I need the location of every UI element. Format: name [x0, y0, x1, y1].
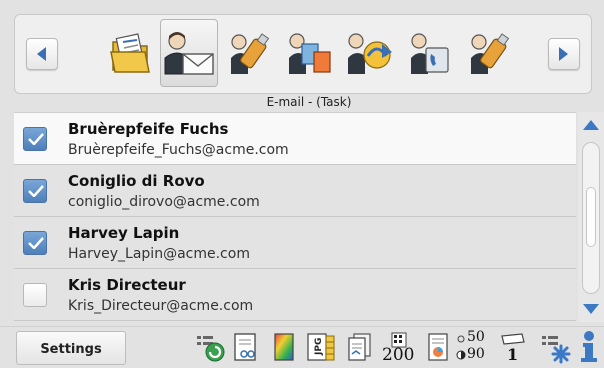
contrast-value[interactable]: 90 — [467, 346, 485, 362]
job-list-icon[interactable] — [195, 332, 225, 362]
user-fax-icon — [289, 33, 331, 74]
contact-name: Bruèrepfeife Fuchs — [68, 120, 229, 138]
scroll-track[interactable] — [582, 142, 600, 294]
jpg-format-icon[interactable]: JPG — [306, 332, 338, 364]
destination-toolbar — [14, 14, 592, 94]
duplex-scan-icon[interactable] — [346, 332, 374, 362]
svg-text:JPG: JPG — [314, 338, 324, 356]
tool-phone[interactable] — [400, 19, 458, 87]
scroll-left-button[interactable] — [26, 38, 58, 70]
contact-email: Harvey_Lapin@acme.com — [68, 246, 250, 262]
tool-usb-1[interactable] — [220, 19, 278, 87]
user-network-share-icon — [348, 33, 392, 74]
tool-share[interactable] — [340, 19, 398, 87]
app-window: E-mail - (Task) Bruèrepfeife Fuchs Bruèr… — [0, 0, 604, 368]
checkbox-checked[interactable] — [23, 127, 47, 151]
contact-name: Coniglio di Rovo — [68, 172, 205, 190]
contact-email: Bruèrepfeife_Fuchs@acme.com — [68, 142, 289, 158]
list-item[interactable]: Kris Directeur Kris_Directeur@acme.com — [14, 269, 576, 321]
tool-folder[interactable] — [101, 19, 159, 87]
checkbox-checked[interactable] — [23, 231, 47, 255]
scroll-up-icon[interactable] — [582, 118, 600, 132]
user-email-icon — [164, 32, 214, 75]
tool-usb-2[interactable] — [460, 19, 518, 87]
scroll-down-icon[interactable] — [582, 302, 600, 316]
list-title: E-mail - (Task) — [266, 95, 352, 109]
resolution-value: 200 — [382, 345, 415, 365]
checkbox-checked[interactable] — [23, 179, 47, 203]
brightness-value[interactable]: 50 — [467, 329, 485, 345]
pages-value[interactable]: 1 — [507, 345, 518, 364]
color-mode-icon[interactable] — [272, 332, 296, 362]
contact-list: Bruèrepfeife Fuchs Bruèrepfeife_Fuchs@ac… — [14, 112, 576, 323]
job-status-icon[interactable] — [540, 332, 572, 364]
tool-email[interactable] — [160, 19, 218, 87]
usb-stick-icon — [231, 33, 270, 74]
tool-fax[interactable] — [280, 19, 338, 87]
brightness-icon — [457, 335, 465, 343]
list-item[interactable]: Coniglio di Rovo coniglio_dirovo@acme.co… — [14, 165, 576, 217]
contact-email: coniglio_dirovo@acme.com — [68, 194, 260, 210]
checkbox-unchecked[interactable] — [23, 283, 47, 307]
scan-area-icon[interactable] — [426, 332, 450, 362]
contact-name: Harvey Lapin — [68, 224, 180, 242]
list-item[interactable]: Bruèrepfeife Fuchs Bruèrepfeife_Fuchs@ac… — [14, 113, 576, 165]
user-phone-icon — [411, 33, 449, 74]
scroll-thumb[interactable] — [586, 187, 596, 247]
info-icon[interactable] — [578, 330, 600, 364]
right-arrow-icon — [559, 47, 568, 61]
checkmark-icon — [28, 133, 44, 145]
contact-name: Kris Directeur — [68, 276, 186, 294]
list-item[interactable]: Harvey Lapin Harvey_Lapin@acme.com — [14, 217, 576, 269]
usb-stick-icon — [471, 33, 510, 74]
scan-document-icon[interactable] — [232, 332, 260, 362]
left-arrow-icon — [37, 47, 46, 61]
list-scrollbar[interactable] — [578, 112, 604, 322]
contact-email: Kris_Directeur@acme.com — [68, 298, 254, 314]
settings-button[interactable]: Settings — [16, 331, 126, 365]
paper-tray-icon — [501, 333, 525, 345]
contrast-icon — [456, 350, 466, 360]
status-bar: Settings JPG 200 50 90 1 — [0, 326, 604, 368]
scroll-right-button[interactable] — [548, 38, 580, 70]
folder-document-icon — [110, 33, 150, 73]
checkmark-icon — [28, 237, 44, 249]
checkmark-icon — [28, 185, 44, 197]
